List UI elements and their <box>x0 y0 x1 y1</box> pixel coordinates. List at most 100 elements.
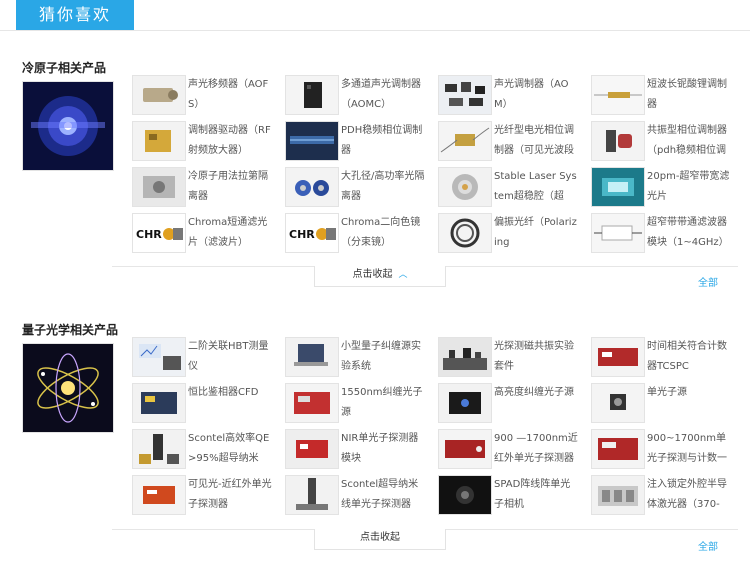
product-item[interactable]: 声光移频器（AOFS） <box>132 75 284 119</box>
collapse-button[interactable]: 点击收起 ︿ <box>314 266 446 287</box>
product-thumbnail[interactable] <box>285 75 339 115</box>
product-thumbnail[interactable] <box>591 121 645 161</box>
product-item[interactable]: PDH稳频相位调制器 <box>285 121 437 165</box>
product-thumbnail[interactable] <box>591 383 645 423</box>
view-all-link[interactable]: 全部 <box>698 538 718 553</box>
product-item[interactable]: 时间相关符合计数器TCSPC <box>591 337 743 381</box>
product-name[interactable]: 小型量子纠缠源实验系统 <box>341 337 425 377</box>
product-name[interactable]: 共振型相位调制器（pdh稳频相位调 <box>647 121 731 161</box>
product-thumbnail[interactable] <box>591 167 645 207</box>
product-thumbnail[interactable] <box>285 167 339 207</box>
product-name[interactable]: Chroma二向色镜（分束镜） <box>341 213 425 253</box>
product-thumbnail[interactable] <box>438 337 492 377</box>
product-thumbnail[interactable] <box>438 75 492 115</box>
product-name[interactable]: 短波长铌酸锂调制器 <box>647 75 731 115</box>
product-name[interactable]: 声光调制器（AOM） <box>494 75 578 115</box>
product-item[interactable]: Scontel超导纳米线单光子探测器 <box>285 475 437 519</box>
product-thumbnail[interactable] <box>132 167 186 207</box>
product-thumbnail[interactable] <box>132 383 186 423</box>
product-thumbnail[interactable] <box>132 475 186 515</box>
product-thumbnail[interactable] <box>438 167 492 207</box>
product-item[interactable]: 大孔径/高功率光隔离器 <box>285 167 437 211</box>
product-item[interactable]: Stable Laser System超稳腔（超 <box>438 167 590 211</box>
product-name[interactable]: Scontel超导纳米线单光子探测器 <box>341 475 425 515</box>
product-name[interactable]: Stable Laser System超稳腔（超 <box>494 167 578 207</box>
product-item[interactable]: 声光调制器（AOM） <box>438 75 590 119</box>
product-name[interactable]: 恒比鉴相器CFD <box>188 383 272 423</box>
product-item[interactable]: 冷原子用法拉第隔离器 <box>132 167 284 211</box>
product-thumbnail[interactable] <box>132 121 186 161</box>
product-item[interactable]: 光纤型电光相位调制器（可见光波段 <box>438 121 590 165</box>
product-name[interactable]: 单光子源 <box>647 383 731 423</box>
product-name[interactable]: Scontel高效率QE>95%超导纳米 <box>188 429 272 469</box>
product-thumbnail[interactable] <box>438 213 492 253</box>
product-item[interactable]: 共振型相位调制器（pdh稳频相位调 <box>591 121 743 165</box>
product-thumbnail[interactable] <box>438 383 492 423</box>
product-thumbnail[interactable] <box>591 213 645 253</box>
product-item[interactable]: 小型量子纠缠源实验系统 <box>285 337 437 381</box>
product-thumbnail[interactable] <box>591 475 645 515</box>
product-name[interactable]: NIR单光子探测器模块 <box>341 429 425 469</box>
view-all-link[interactable]: 全部 <box>698 274 718 289</box>
product-item[interactable]: 偏振光纤（Polarizing <box>438 213 590 257</box>
product-item[interactable]: 恒比鉴相器CFD <box>132 383 284 427</box>
product-name[interactable]: 调制器驱动器（RF射频放大器） <box>188 121 272 161</box>
product-item[interactable]: CHR Chroma二向色镜（分束镜） <box>285 213 437 257</box>
product-thumbnail[interactable] <box>591 75 645 115</box>
product-thumbnail[interactable] <box>591 429 645 469</box>
product-thumbnail[interactable]: CHR <box>132 213 186 253</box>
product-item[interactable]: 1550nm纠缠光子源 <box>285 383 437 427</box>
product-name[interactable]: 注入锁定外腔半导体激光器（370- <box>647 475 731 515</box>
product-name[interactable]: SPAD阵线阵单光子相机 <box>494 475 578 515</box>
product-thumbnail[interactable] <box>132 429 186 469</box>
product-name[interactable]: 多通道声光调制器（AOMC） <box>341 75 425 115</box>
product-name[interactable]: 冷原子用法拉第隔离器 <box>188 167 272 207</box>
product-item[interactable]: 超窄带带通滤波器模块（1~4GHz） <box>591 213 743 257</box>
product-item[interactable]: 可见光-近红外单光子探测器 <box>132 475 284 519</box>
product-name[interactable]: Chroma短通滤光片（滤波片） <box>188 213 272 253</box>
product-name[interactable]: 1550nm纠缠光子源 <box>341 383 425 423</box>
product-item[interactable]: 900 —1700nm近红外单光子探测器 <box>438 429 590 473</box>
section-image-quantum[interactable] <box>22 343 114 433</box>
guess-you-like-tab[interactable]: 猜你喜欢 <box>16 0 134 30</box>
collapse-button[interactable]: 点击收起 <box>314 529 446 550</box>
product-item[interactable]: Scontel高效率QE>95%超导纳米 <box>132 429 284 473</box>
product-item[interactable]: 注入锁定外腔半导体激光器（370- <box>591 475 743 519</box>
section-image-cold-atom[interactable] <box>22 81 114 171</box>
product-item[interactable]: 调制器驱动器（RF射频放大器） <box>132 121 284 165</box>
product-name[interactable]: 声光移频器（AOFS） <box>188 75 272 115</box>
product-thumbnail[interactable] <box>438 429 492 469</box>
product-name[interactable]: 超窄带带通滤波器模块（1~4GHz） <box>647 213 731 253</box>
product-thumbnail[interactable] <box>285 383 339 423</box>
product-name[interactable]: 偏振光纤（Polarizing <box>494 213 578 253</box>
product-item[interactable]: 短波长铌酸锂调制器 <box>591 75 743 119</box>
product-item[interactable]: 光探测磁共振实验套件 <box>438 337 590 381</box>
product-thumbnail[interactable] <box>285 475 339 515</box>
product-thumbnail[interactable] <box>438 475 492 515</box>
product-name[interactable]: 可见光-近红外单光子探测器 <box>188 475 272 515</box>
product-thumbnail[interactable] <box>438 121 492 161</box>
product-item[interactable]: 900~1700nm单光子探测与计数一体 <box>591 429 743 473</box>
product-item[interactable]: 二阶关联HBT测量仪 <box>132 337 284 381</box>
product-name[interactable]: 20pm-超窄带宽滤光片 <box>647 167 731 207</box>
product-thumbnail[interactable] <box>132 337 186 377</box>
product-name[interactable]: PDH稳频相位调制器 <box>341 121 425 161</box>
product-item[interactable]: 单光子源 <box>591 383 743 427</box>
product-item[interactable]: CHR Chroma短通滤光片（滤波片） <box>132 213 284 257</box>
product-thumbnail[interactable] <box>285 337 339 377</box>
product-thumbnail[interactable] <box>285 121 339 161</box>
product-thumbnail[interactable] <box>591 337 645 377</box>
product-name[interactable]: 二阶关联HBT测量仪 <box>188 337 272 377</box>
product-item[interactable]: NIR单光子探测器模块 <box>285 429 437 473</box>
product-item[interactable]: 高亮度纠缠光子源 <box>438 383 590 427</box>
product-name[interactable]: 光探测磁共振实验套件 <box>494 337 578 377</box>
product-thumbnail[interactable] <box>132 75 186 115</box>
product-name[interactable]: 光纤型电光相位调制器（可见光波段 <box>494 121 578 161</box>
product-thumbnail[interactable]: CHR <box>285 213 339 253</box>
product-name[interactable]: 高亮度纠缠光子源 <box>494 383 578 423</box>
product-name[interactable]: 大孔径/高功率光隔离器 <box>341 167 425 207</box>
product-item[interactable]: 20pm-超窄带宽滤光片 <box>591 167 743 211</box>
product-name[interactable]: 900~1700nm单光子探测与计数一体 <box>647 429 731 469</box>
product-thumbnail[interactable] <box>285 429 339 469</box>
product-name[interactable]: 时间相关符合计数器TCSPC <box>647 337 731 377</box>
